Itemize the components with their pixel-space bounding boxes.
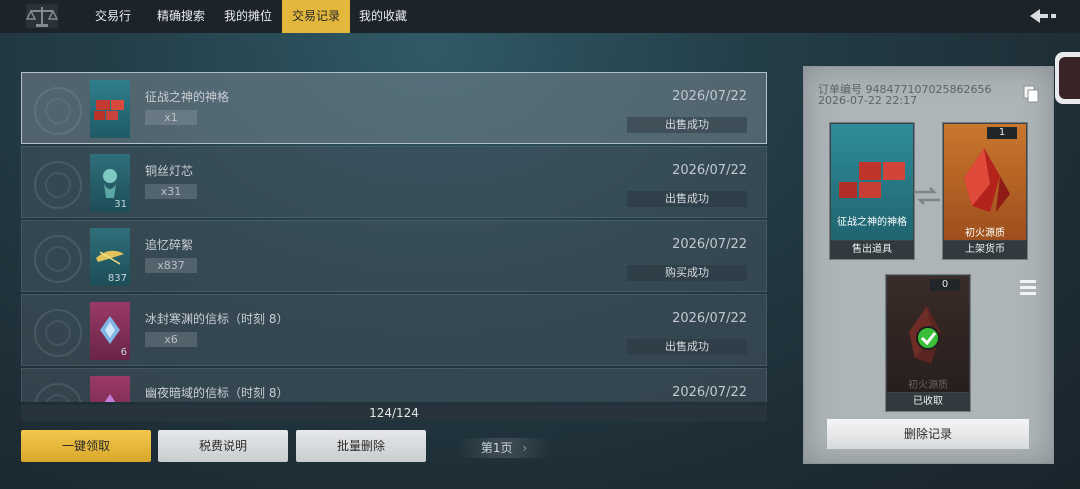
record-status: 出售成功 xyxy=(627,191,747,207)
tab-trading-house[interactable]: 交易行 xyxy=(86,0,140,33)
received-card[interactable]: 0 初火源质 已收取 xyxy=(885,274,971,412)
record-row[interactable]: 837 追忆碎絮 x837 2026/07/22 购买成功 xyxy=(21,220,767,292)
sold-item-card[interactable]: 征战之神的神格 售出道具 xyxy=(829,122,915,260)
record-row[interactable]: 幽夜暗域的信标（时刻 8） 2026/07/22 xyxy=(21,368,767,402)
received-title: 初火源质 xyxy=(908,380,948,391)
record-date: 2026/07/22 xyxy=(672,385,747,400)
record-row[interactable]: 征战之神的神格 x1 2026/07/22 出售成功 xyxy=(21,72,767,144)
item-count: x6 xyxy=(145,332,197,347)
item-thumbnail xyxy=(90,376,130,402)
record-date: 2026/07/22 xyxy=(672,163,747,178)
order-detail-panel: 订单编号 948477107025862656 2026-07-22 22:17… xyxy=(803,66,1054,464)
exchange-arrows-icon xyxy=(914,187,940,205)
record-date: 2026/07/22 xyxy=(672,311,747,326)
received-art xyxy=(887,276,969,392)
scales-logo-icon xyxy=(25,4,59,28)
trade-record-list: 征战之神的神格 x1 2026/07/22 出售成功 31 铜丝灯芯 x31 2… xyxy=(21,72,767,402)
side-avatar-tab[interactable] xyxy=(1055,52,1080,104)
item-name: 幽夜暗域的信标（时刻 8） xyxy=(145,386,289,400)
received-caption: 已收取 xyxy=(886,393,970,411)
seal-watermark-icon xyxy=(34,87,82,135)
received-count: 0 xyxy=(930,279,960,291)
currency-count: 1 xyxy=(987,127,1017,139)
sold-item-title: 征战之神的神格 xyxy=(837,217,907,228)
record-row[interactable]: 6 冰封寒渊的信标（时刻 8） x6 2026/07/22 出售成功 xyxy=(21,294,767,366)
copy-icon[interactable] xyxy=(1023,85,1039,103)
item-count: x31 xyxy=(145,184,197,199)
item-thumbnail: 837 xyxy=(90,228,130,286)
record-date: 2026/07/22 xyxy=(672,89,747,104)
record-status: 出售成功 xyxy=(627,117,747,133)
batch-delete-button[interactable]: 批量删除 xyxy=(296,430,426,462)
back-arrow-icon[interactable] xyxy=(1028,6,1058,26)
record-status: 出售成功 xyxy=(627,339,747,355)
item-name: 铜丝灯芯 xyxy=(145,164,194,178)
tab-trade-records[interactable]: 交易记录 xyxy=(282,0,350,33)
sold-item-caption: 售出道具 xyxy=(830,241,914,259)
tax-info-button[interactable]: 税费说明 xyxy=(158,430,288,462)
godhood-fragment-icon xyxy=(94,100,124,120)
claim-all-button[interactable]: 一键领取 xyxy=(21,430,151,462)
dark-beacon-icon xyxy=(104,394,116,402)
item-name: 征战之神的神格 xyxy=(145,90,230,104)
currency-title: 初火源质 xyxy=(965,228,1005,239)
list-counter: 124/124 xyxy=(21,405,767,421)
seal-watermark-icon xyxy=(34,383,82,402)
order-time: 2026-07-22 22:17 xyxy=(818,94,918,107)
record-row[interactable]: 31 铜丝灯芯 x31 2026/07/22 出售成功 xyxy=(21,146,767,218)
item-name: 追忆碎絮 xyxy=(145,238,194,252)
first-fire-crystal-icon xyxy=(964,148,1010,212)
item-name: 冰封寒渊的信标（时刻 8） xyxy=(145,312,289,326)
seal-watermark-icon xyxy=(34,309,82,357)
thumb-quantity: 837 xyxy=(107,273,127,284)
item-thumbnail: 6 xyxy=(90,302,130,360)
currency-art xyxy=(944,124,1026,240)
currency-card[interactable]: 1 初火源质 上架货币 xyxy=(942,122,1028,260)
delete-record-button[interactable]: 删除记录 xyxy=(827,419,1029,449)
top-nav-bar: 交易行 精确搜索 我的摊位 交易记录 我的收藏 xyxy=(0,0,1080,33)
tab-my-stall[interactable]: 我的摊位 xyxy=(217,0,279,33)
chevron-right-icon[interactable]: › xyxy=(522,441,527,455)
item-count: x837 xyxy=(145,258,197,273)
tab-my-favorites[interactable]: 我的收藏 xyxy=(352,0,414,33)
record-status: 购买成功 xyxy=(627,265,747,281)
thumb-quantity: 31 xyxy=(114,199,127,210)
tab-precise-search[interactable]: 精确搜索 xyxy=(150,0,212,33)
seal-watermark-icon xyxy=(34,235,82,283)
item-thumbnail: 31 xyxy=(90,154,130,212)
first-fire-crystal-icon xyxy=(909,306,941,364)
thumb-quantity: 6 xyxy=(120,347,127,358)
page-selector[interactable]: 第1页 › xyxy=(458,438,550,458)
page-label: 第1页 xyxy=(480,441,513,455)
menu-icon[interactable] xyxy=(1020,279,1036,297)
currency-caption: 上架货币 xyxy=(943,241,1027,259)
item-thumbnail xyxy=(90,80,130,138)
item-count: x1 xyxy=(145,110,197,125)
record-date: 2026/07/22 xyxy=(672,237,747,252)
seal-watermark-icon xyxy=(34,161,82,209)
